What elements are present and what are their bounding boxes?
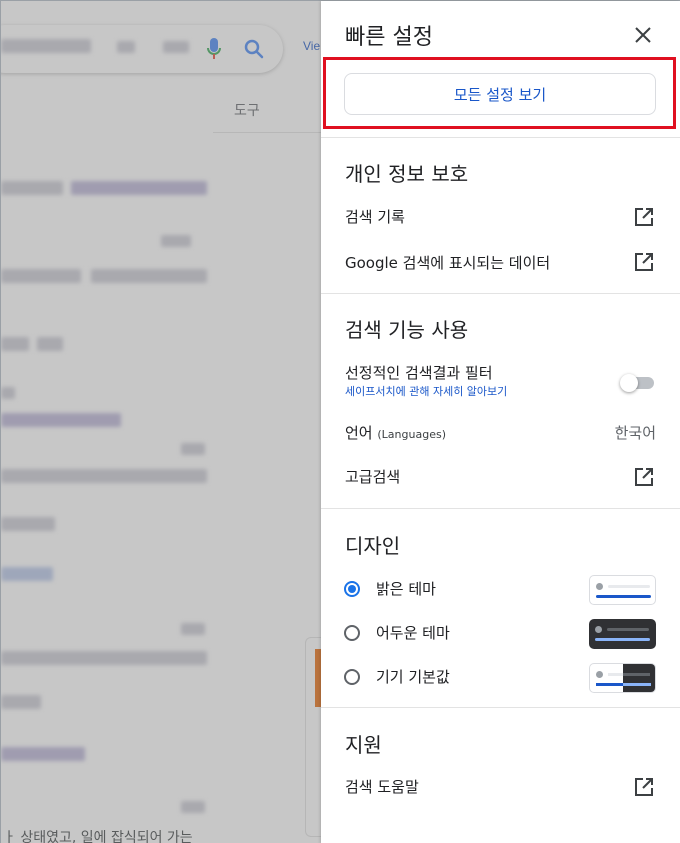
privacy-section-title: 개인 정보 보호 (345, 162, 469, 186)
all-settings-button[interactable]: 모든 설정 보기 (344, 73, 656, 115)
dark-theme-preview[interactable] (589, 619, 656, 649)
preview-line (623, 673, 650, 676)
preview-dot (595, 626, 602, 633)
language-note: (Languages) (377, 428, 446, 441)
device-default-radio[interactable] (344, 669, 360, 685)
preview-line (608, 585, 650, 588)
preview-dot (596, 671, 603, 678)
light-theme-label[interactable]: 밝은 테마 (376, 578, 436, 599)
design-section-title: 디자인 (345, 534, 401, 558)
light-theme-preview[interactable] (589, 575, 656, 605)
language-value[interactable]: 한국어 (615, 422, 656, 443)
close-icon (635, 27, 651, 43)
support-section-title: 지원 (345, 733, 382, 757)
open-in-new-icon[interactable] (634, 252, 654, 272)
preview-line (596, 595, 651, 598)
preview-dark-half (623, 664, 655, 692)
divider (321, 508, 680, 509)
advanced-search-link[interactable]: 고급검색 (345, 466, 400, 487)
preview-dot (596, 583, 603, 590)
search-features-section-title: 검색 기능 사용 (345, 318, 469, 342)
device-default-preview[interactable] (589, 663, 656, 693)
explicit-filter-label: 선정적인 검색결과 필터 (345, 364, 493, 382)
preview-line (595, 638, 650, 641)
preview-line (607, 628, 649, 631)
preview-line (596, 683, 623, 686)
search-history-link[interactable]: 검색 기록 (345, 206, 405, 227)
close-button[interactable] (629, 21, 657, 49)
panel-title: 빠른 설정 (345, 25, 433, 50)
safesearch-learn-more-link[interactable]: 세이프서치에 관해 자세히 알아보기 (345, 383, 507, 399)
your-data-link[interactable]: Google 검색에 표시되는 데이터 (345, 252, 550, 273)
open-in-new-icon[interactable] (634, 467, 654, 487)
language-label: 언어 (345, 424, 373, 442)
divider (321, 137, 680, 138)
open-in-new-icon[interactable] (634, 777, 654, 797)
language-row[interactable]: 언어 (Languages) (345, 422, 446, 443)
preview-line (623, 683, 651, 686)
open-in-new-icon[interactable] (634, 207, 654, 227)
quick-settings-panel: 빠른 설정 모든 설정 보기 개인 정보 보호 검색 기록 Google 검색에… (321, 1, 680, 843)
divider (321, 707, 680, 708)
preview-line (608, 673, 623, 676)
light-theme-radio[interactable] (344, 581, 360, 597)
device-default-label[interactable]: 기기 기본값 (376, 666, 450, 687)
toggle-knob (620, 374, 638, 392)
divider (321, 293, 680, 294)
dark-theme-radio[interactable] (344, 625, 360, 641)
explicit-filter-toggle[interactable] (620, 373, 656, 393)
search-help-link[interactable]: 검색 도움말 (345, 776, 419, 797)
dark-theme-label[interactable]: 어두운 테마 (376, 622, 450, 643)
